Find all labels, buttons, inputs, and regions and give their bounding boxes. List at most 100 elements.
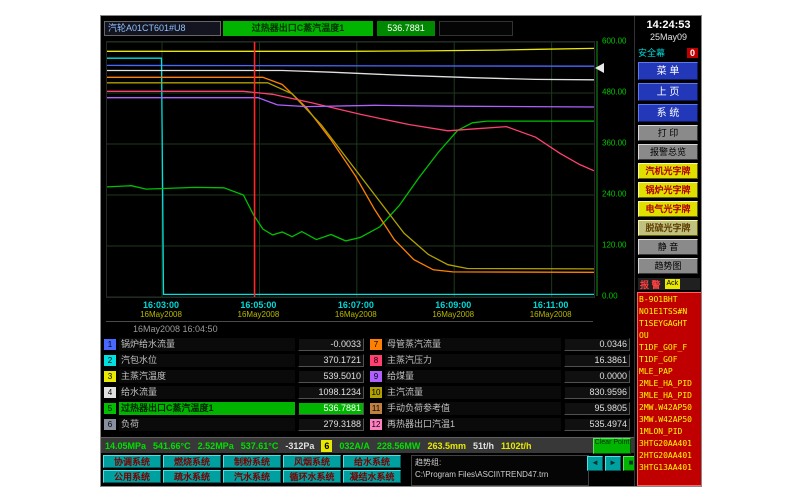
pen-value: 1098.1234 (298, 386, 364, 399)
legend-row[interactable]: 3主蒸汽温度539.5010 (104, 369, 364, 384)
trend-series (107, 83, 594, 269)
status-item: 263.5mm (427, 441, 466, 451)
page-feedwater[interactable]: 给水系统 (343, 455, 401, 468)
alarm-item[interactable]: 3MW.W42AP50 (639, 414, 701, 426)
safety-screen-button[interactable]: 安全幕 0 (638, 46, 698, 59)
status-item: -312Pa (285, 441, 314, 451)
time-tick-label: 16:09:00 (422, 300, 484, 310)
legend-row[interactable]: 5过热器出口C蒸汽温度1536.7881 (104, 401, 364, 416)
page-pulverizing[interactable]: 制粉系统 (223, 455, 281, 468)
y-axis-scale: 600.00480.00360.00240.00120.000.00 (596, 41, 636, 296)
legend-left-column: 1锅炉给水流量-0.00332汽包水位370.17213主蒸汽温度539.501… (104, 337, 364, 433)
mute-button[interactable]: 静 音 (638, 239, 698, 255)
legend-row[interactable]: 9给煤量0.0000 (370, 369, 630, 384)
pen-label: 主汽流量 (385, 386, 561, 399)
status-values: 14.05MPa541.66°C2.52MPa537.61°C-312Pa603… (105, 440, 589, 452)
aux-buttons: ◄►■ (587, 456, 639, 471)
sidebar: 14:24:53 25May09 安全幕 0 菜 单上 页系 统打 印报警总览汽… (634, 16, 702, 486)
alarm-item[interactable]: MLE_PAP (639, 366, 701, 378)
status-bar: 14.05MPa541.66°C2.52MPa537.61°C-312Pa603… (101, 437, 634, 453)
pen-color-chip: 6 (104, 419, 116, 430)
trend-chart-area[interactable] (106, 41, 595, 298)
trend-series (107, 58, 594, 294)
pen-color-chip: 7 (370, 339, 382, 350)
legend-row[interactable]: 10主汽流量830.9596 (370, 385, 630, 400)
page-steam-water[interactable]: 汽水系统 (223, 470, 281, 483)
page-common[interactable]: 公用系统 (103, 470, 161, 483)
alarm-item[interactable]: 3MLE_HA_PID (639, 390, 701, 402)
alarm-overview-button[interactable]: 报警总览 (638, 144, 698, 160)
boiler-annunciator-button[interactable]: 锅炉光字牌 (638, 182, 698, 198)
sidebar-buttons: 菜 单上 页系 统打 印报警总览汽机光字牌锅炉光字牌电气光字牌脱硫光字牌静 音趋… (635, 62, 702, 277)
system-pages-row-1: 协调系统燃烧系统制粉系统风烟系统给水系统 (103, 455, 401, 468)
page-combustion[interactable]: 燃烧系统 (163, 455, 221, 468)
alarm-item[interactable]: 2HTG20AA401 (639, 450, 701, 462)
alarm-item[interactable]: 2MLE_HA_PID (639, 378, 701, 390)
alarm-item[interactable]: 3HTG20AA401 (639, 438, 701, 450)
alarm-panel-title: 报 警 (640, 278, 661, 291)
topbar: 汽轮A01CT601#U8 过热器出口C蒸汽温度1 536.7881 (101, 21, 634, 38)
trend-file-path-box: 趋势组: C:\Program Files\ASCII\TREND47.trn (411, 455, 589, 486)
page-condensate[interactable]: 凝结水系统 (343, 470, 401, 483)
alarm-panel-header: 报 警 Ack (638, 278, 700, 290)
alarm-item[interactable]: T1SEYGAGHT (639, 318, 701, 330)
time-tick: 16:11:0016May2008 (520, 300, 582, 319)
trend-page-button[interactable]: 趋势图 (638, 258, 698, 274)
alarm-list[interactable]: B-9O1BHTNO1E1TSS#NT1SEYGAGHTOUT1DF_GOF_F… (637, 292, 702, 486)
clock-time: 14:24:53 (635, 19, 702, 31)
trend-plot (107, 42, 594, 297)
time-tick-date: 16May2008 (227, 310, 289, 319)
time-tick-date: 16May2008 (130, 310, 192, 319)
alarm-item[interactable]: T1DF_GOF_F (639, 342, 701, 354)
page-coordination[interactable]: 协调系统 (103, 455, 161, 468)
menu-button[interactable]: 菜 单 (638, 62, 698, 80)
page-air-flue[interactable]: 风烟系统 (283, 455, 341, 468)
alarm-item[interactable]: NO1E1TSS#N (639, 306, 701, 318)
legend-row[interactable]: 8主蒸汽压力16.3861 (370, 353, 630, 368)
alarm-item[interactable]: B-9O1BHT (639, 294, 701, 306)
legend-right-column: 7母管蒸汽流量0.03468主蒸汽压力16.38619给煤量0.000010主汽… (370, 337, 630, 433)
pen-value: 95.9805 (564, 402, 630, 415)
scroll-left-button[interactable]: ◄ (587, 456, 603, 471)
time-tick-date: 16May2008 (325, 310, 387, 319)
alarm-item[interactable]: 1MLON_PID (639, 426, 701, 438)
legend-row[interactable]: 1锅炉给水流量-0.0033 (104, 337, 364, 352)
legend-row[interactable]: 6负荷279.3188 (104, 417, 364, 432)
alarm-item[interactable]: 3HTG13AA401 (639, 462, 701, 474)
value-pointer-icon[interactable] (595, 63, 604, 73)
status-badge: 6 (321, 440, 332, 452)
trend-series (107, 65, 594, 66)
electrical-annunciator-button[interactable]: 电气光字牌 (638, 201, 698, 217)
selected-pen-tag[interactable]: 过热器出口C蒸汽温度1 (223, 21, 373, 36)
time-tick: 16:07:0016May2008 (325, 300, 387, 319)
trend-series (107, 98, 594, 107)
legend-row[interactable]: 12再热器出口汽温1535.4974 (370, 417, 630, 432)
clear-point-button[interactable]: Clear Point (593, 438, 631, 454)
cursor-timestamp: 16May2008 16:04:50 (133, 324, 218, 334)
legend-row[interactable]: 4给水流量1098.1234 (104, 385, 364, 400)
page-drain[interactable]: 疏水系统 (163, 470, 221, 483)
trend-group-tag[interactable]: 汽轮A01CT601#U8 (104, 21, 221, 36)
legend-row[interactable]: 11手动负荷参考值95.9805 (370, 401, 630, 416)
pen-color-chip: 10 (370, 387, 382, 398)
fgd-annunciator-button[interactable]: 脱硫光字牌 (638, 220, 698, 236)
page-circ-water[interactable]: 循环水系统 (283, 470, 341, 483)
ack-button[interactable]: Ack (665, 279, 681, 289)
turbine-annunciator-button[interactable]: 汽机光字牌 (638, 163, 698, 179)
legend-row[interactable]: 7母管蒸汽流量0.0346 (370, 337, 630, 352)
bottom-navigation: 协调系统燃烧系统制粉系统风烟系统给水系统 公用系统疏水系统汽水系统循环水系统凝结… (101, 455, 634, 486)
print-button[interactable]: 打 印 (638, 125, 698, 141)
alarm-item[interactable]: T1DF_GOF (639, 354, 701, 366)
scroll-right-button[interactable]: ► (605, 456, 621, 471)
alarm-item[interactable]: OU (639, 330, 701, 342)
prev-page-button[interactable]: 上 页 (638, 83, 698, 101)
pen-color-chip: 4 (104, 387, 116, 398)
system-pages-row-2: 公用系统疏水系统汽水系统循环水系统凝结水系统 (103, 470, 401, 483)
alarm-item[interactable]: 2MW.W42AP50 (639, 402, 701, 414)
time-tick: 16:09:0016May2008 (422, 300, 484, 319)
pen-color-chip: 3 (104, 371, 116, 382)
legend-row[interactable]: 2汽包水位370.1721 (104, 353, 364, 368)
system-button[interactable]: 系 统 (638, 104, 698, 122)
y-scale-label: 240.00 (602, 190, 626, 199)
pen-label: 主蒸汽压力 (385, 354, 561, 367)
